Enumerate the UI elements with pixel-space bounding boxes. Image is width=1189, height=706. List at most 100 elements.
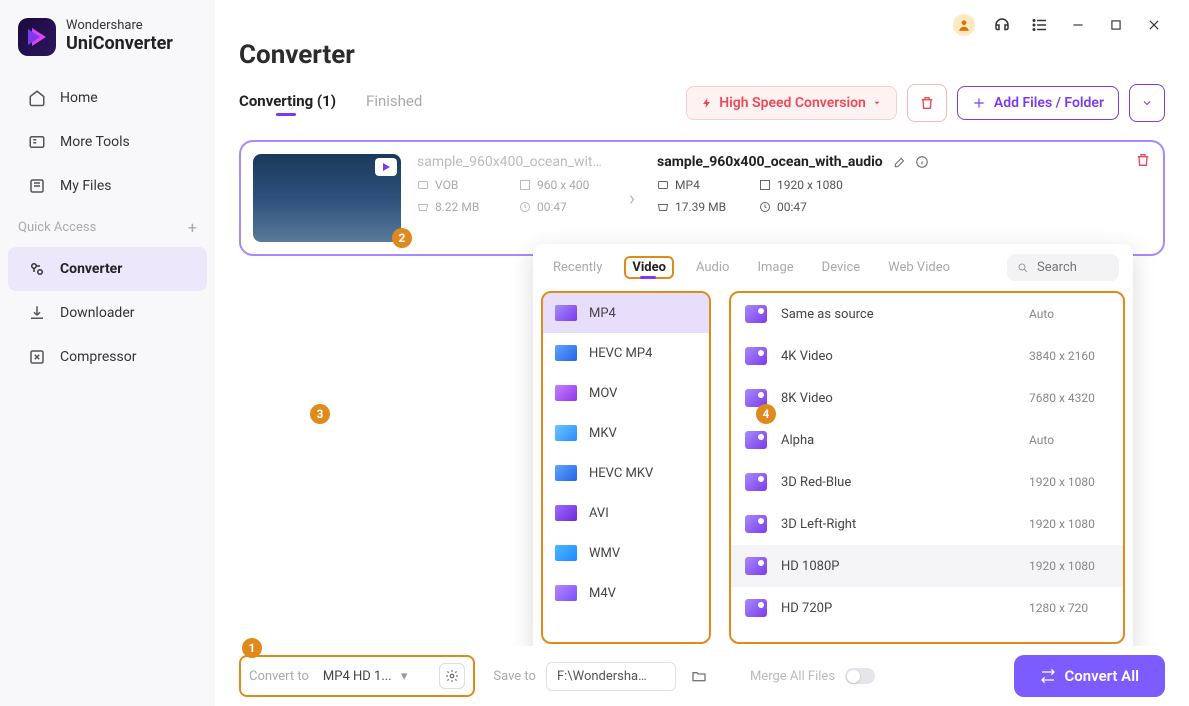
support-icon[interactable] [991, 14, 1013, 36]
merge-all-toggle[interactable]: Merge All Files [750, 668, 875, 684]
format-list: MP4 HEVC MP4 MOV MKV HEVC MKV AVI WMV M4… [541, 291, 711, 644]
sidebar-item-downloader[interactable]: Downloader [8, 291, 207, 335]
converter-icon [26, 258, 48, 280]
preset-res: 1920 x 1080 [1029, 475, 1109, 489]
popup-tab-recently[interactable]: Recently [547, 256, 608, 279]
popup-tab-video[interactable]: Video [624, 256, 674, 279]
preset-res: Auto [1029, 307, 1109, 321]
sidebar-item-more-tools[interactable]: More Tools [8, 120, 207, 164]
sidebar-item-my-files[interactable]: My Files [8, 164, 207, 208]
preset-res: 1920 x 1080 [1029, 559, 1109, 573]
preset-item[interactable]: 8K Video7680 x 4320 [731, 377, 1123, 419]
quick-access-label: Quick Access [18, 220, 96, 235]
m4v-icon [555, 585, 577, 601]
format-item-hevcmkv[interactable]: HEVC MKV [543, 453, 709, 493]
toggle-switch[interactable] [845, 668, 875, 684]
brand-bottom: UniConverter [66, 34, 173, 55]
preset-item[interactable]: Same as sourceAuto [731, 293, 1123, 335]
preset-name: 8K Video [781, 391, 1015, 406]
remove-file-button[interactable] [1135, 152, 1151, 168]
add-files-button[interactable]: Add Files / Folder [957, 86, 1119, 120]
search-input[interactable] [1037, 260, 1109, 275]
file-card[interactable]: sample_960x400_ocean_wit... VOB 960 x 40… [239, 140, 1165, 256]
source-dimensions: 960 x 400 [519, 178, 595, 192]
save-to-group: Save to F:\Wondershare U [493, 662, 712, 691]
video-thumbnail[interactable] [253, 154, 401, 242]
preset-item[interactable]: AlphaAuto [731, 419, 1123, 461]
minimize-icon[interactable] [1067, 14, 1089, 36]
popup-tab-webvideo[interactable]: Web Video [882, 256, 956, 279]
video-icon [745, 431, 767, 449]
logo: Wondershare UniConverter [0, 18, 215, 76]
mkv-icon [555, 425, 577, 441]
convert-settings-button[interactable] [439, 663, 465, 689]
info-icon[interactable] [915, 155, 929, 169]
convert-icon [1040, 668, 1056, 684]
menu-icon[interactable] [1029, 14, 1051, 36]
bolt-icon [701, 96, 713, 110]
sidebar-item-label: Compressor [60, 349, 136, 365]
preset-name: HD 1080P [781, 559, 1015, 574]
preset-item[interactable]: HD 1080P 1920 x 1080 [731, 545, 1123, 587]
format-item-hevcmp4[interactable]: HEVC MP4 [543, 333, 709, 373]
target-format: MP4 [657, 178, 733, 192]
close-icon[interactable] [1143, 14, 1165, 36]
hevc-icon [555, 345, 577, 361]
format-item-avi[interactable]: AVI [543, 493, 709, 533]
sidebar-item-home[interactable]: Home [8, 76, 207, 120]
preset-item[interactable]: 4K Video3840 x 2160 [731, 335, 1123, 377]
download-icon [26, 302, 48, 324]
popup-tab-audio[interactable]: Audio [690, 256, 735, 279]
high-speed-label: High Speed Conversion [719, 95, 866, 111]
popup-tab-device[interactable]: Device [816, 256, 867, 279]
delete-all-button[interactable] [907, 84, 947, 122]
compress-icon [26, 346, 48, 368]
avatar[interactable] [953, 14, 975, 36]
preset-item[interactable]: 3D Red-Blue 1920 x 1080 [731, 461, 1123, 503]
preset-item[interactable]: 3D Left-Right1920 x 1080 [731, 503, 1123, 545]
format-search[interactable] [1007, 254, 1119, 281]
add-files-dropdown[interactable] [1129, 84, 1165, 122]
save-to-select[interactable]: F:\Wondershare U [546, 662, 676, 691]
format-item-wmv[interactable]: WMV [543, 533, 709, 573]
trash-icon [919, 95, 935, 111]
tab-finished[interactable]: Finished [366, 92, 422, 114]
add-files-label: Add Files / Folder [994, 95, 1104, 111]
bottom-bar: Convert to MP4 HD 1... ▾ Save to F:\Wond… [215, 646, 1189, 706]
preset-name: 3D Red-Blue [781, 475, 1015, 490]
format-item-mov[interactable]: MOV [543, 373, 709, 413]
tab-converting[interactable]: Converting (1) [239, 92, 336, 114]
popup-tab-image[interactable]: Image [751, 256, 799, 279]
edit-icon[interactable] [893, 155, 907, 169]
preset-list: Same as sourceAuto 4K Video3840 x 2160 8… [729, 291, 1125, 644]
format-item-mkv[interactable]: MKV [543, 413, 709, 453]
convert-to-select[interactable]: MP4 HD 1... ▾ [319, 665, 429, 688]
sidebar-item-converter[interactable]: Converter [8, 247, 207, 291]
add-quick-access-icon[interactable]: + [188, 218, 197, 237]
folder-icon [691, 668, 707, 684]
open-folder-button[interactable] [686, 663, 712, 689]
format-item-mp4[interactable]: MP4 [543, 293, 709, 333]
files-icon [26, 175, 48, 197]
maximize-icon[interactable] [1105, 14, 1127, 36]
titlebar [239, 14, 1165, 36]
logo-icon [18, 18, 56, 56]
chevron-down-icon [1141, 97, 1153, 109]
convert-all-label: Convert All [1064, 667, 1139, 685]
source-duration: 00:47 [519, 200, 595, 214]
preset-name: 3D Left-Right [781, 517, 1015, 532]
target-file-name: sample_960x400_ocean_with_audio [657, 154, 883, 170]
sidebar-item-compressor[interactable]: Compressor [8, 335, 207, 379]
sidebar-item-label: Downloader [60, 305, 135, 321]
preset-name: Alpha [781, 433, 1015, 448]
format-item-m4v[interactable]: M4V [543, 573, 709, 613]
high-speed-conversion-button[interactable]: High Speed Conversion [686, 86, 897, 120]
format-label: WMV [589, 546, 620, 561]
plus-icon [972, 96, 986, 110]
convert-all-button[interactable]: Convert All [1014, 655, 1165, 697]
preset-res: 3840 x 2160 [1029, 349, 1109, 363]
target-dimensions: 1920 x 1080 [759, 178, 843, 192]
preset-item[interactable]: HD 720P1280 x 720 [731, 587, 1123, 629]
format-popup: Recently Video Audio Image Device Web Vi… [533, 244, 1133, 656]
avi-icon [555, 505, 577, 521]
